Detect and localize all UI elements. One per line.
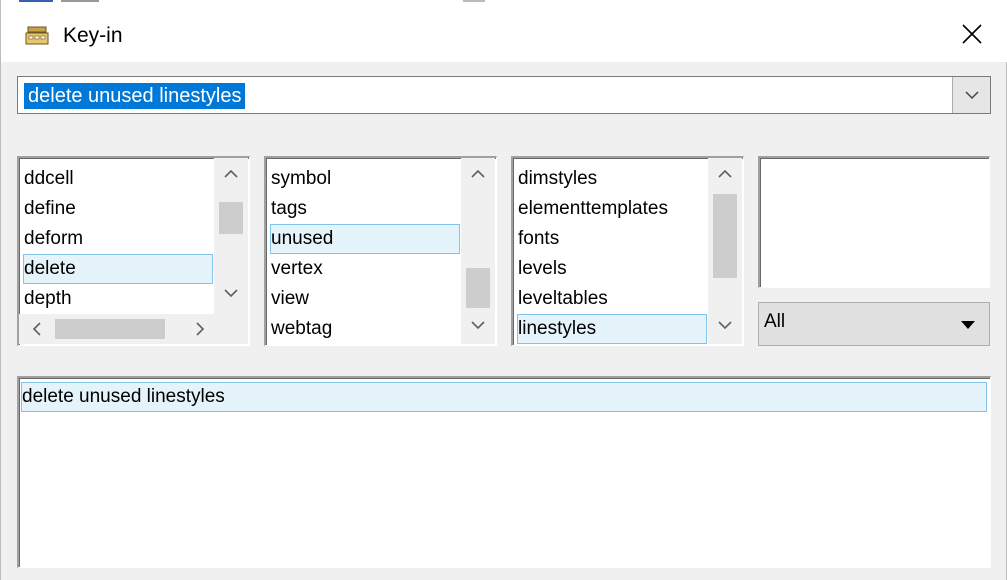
target-list-vscrollbar[interactable] xyxy=(708,158,742,344)
scroll-thumb[interactable] xyxy=(219,202,243,234)
list-item[interactable]: symbol xyxy=(270,164,331,194)
scroll-thumb[interactable] xyxy=(466,268,490,308)
close-button[interactable] xyxy=(947,12,997,56)
list-item[interactable]: view xyxy=(270,284,309,314)
chevron-up-icon xyxy=(224,169,238,178)
close-icon xyxy=(962,24,982,44)
filter-select-value: All xyxy=(764,311,786,332)
window-title: Key-in xyxy=(63,24,123,47)
command-dropdown-button[interactable] xyxy=(952,77,990,113)
chevron-left-icon xyxy=(32,322,41,336)
keyin-dialog: Key-in delete unused linestyles ddcell d… xyxy=(0,0,1007,580)
list-item[interactable]: leveltables xyxy=(517,284,608,314)
keyword-list-hscrollbar[interactable] xyxy=(19,314,214,344)
subkeyword-list-vscrollbar[interactable] xyxy=(461,158,495,344)
target-list[interactable]: dimstyles elementtemplates fonts levels … xyxy=(511,156,744,346)
keyword-list[interactable]: ddcell define deform delete depth xyxy=(17,156,250,346)
scroll-up-button[interactable] xyxy=(214,158,248,188)
scroll-down-button[interactable] xyxy=(461,310,495,340)
list-item[interactable]: vertex xyxy=(270,254,323,284)
list-item-selected[interactable]: linestyles xyxy=(517,314,707,344)
subkeyword-list[interactable]: symbol tags unused vertex view webtag xyxy=(264,156,497,346)
chevron-up-icon xyxy=(718,169,732,178)
chevron-down-icon xyxy=(964,90,979,99)
history-item-selected[interactable]: delete unused linestyles xyxy=(21,382,987,412)
list-item[interactable]: webtag xyxy=(270,314,332,344)
scroll-down-button[interactable] xyxy=(708,310,742,340)
list-item[interactable]: fonts xyxy=(517,224,559,254)
list-item[interactable]: tags xyxy=(270,194,307,224)
list-item-selected[interactable]: unused xyxy=(270,224,460,254)
keyboard-icon xyxy=(25,26,49,45)
chevron-up-icon xyxy=(471,169,485,178)
list-item[interactable]: deform xyxy=(23,224,83,254)
scroll-up-button[interactable] xyxy=(708,158,742,188)
keyword-list-vscrollbar[interactable] xyxy=(214,158,248,314)
chevron-down-icon xyxy=(718,320,732,329)
list-item[interactable]: ddcell xyxy=(23,164,74,194)
title-bar[interactable]: Key-in xyxy=(1,4,1007,62)
scroll-thumb[interactable] xyxy=(713,194,737,278)
scroll-left-button[interactable] xyxy=(19,314,53,344)
command-combobox[interactable]: delete unused linestyles xyxy=(17,76,991,114)
list-item[interactable]: depth xyxy=(23,284,72,314)
list-item-selected[interactable]: delete xyxy=(23,254,213,284)
scroll-down-button[interactable] xyxy=(214,278,248,308)
scroll-right-button[interactable] xyxy=(183,314,217,344)
chevron-down-icon xyxy=(224,288,238,297)
list-item[interactable]: levels xyxy=(517,254,567,284)
scroll-up-button[interactable] xyxy=(461,158,495,188)
list-item[interactable]: elementtemplates xyxy=(517,194,668,224)
empty-option-list[interactable] xyxy=(758,156,990,288)
list-item[interactable]: define xyxy=(23,194,76,224)
scroll-thumb[interactable] xyxy=(55,319,165,339)
chevron-right-icon xyxy=(195,322,204,336)
filter-select[interactable]: All xyxy=(758,302,990,346)
history-list[interactable]: delete unused linestyles xyxy=(17,376,991,568)
chevron-down-icon xyxy=(471,320,485,329)
command-input[interactable]: delete unused linestyles xyxy=(24,83,246,109)
list-item[interactable]: dimstyles xyxy=(517,164,597,194)
triangle-down-icon xyxy=(961,321,975,329)
